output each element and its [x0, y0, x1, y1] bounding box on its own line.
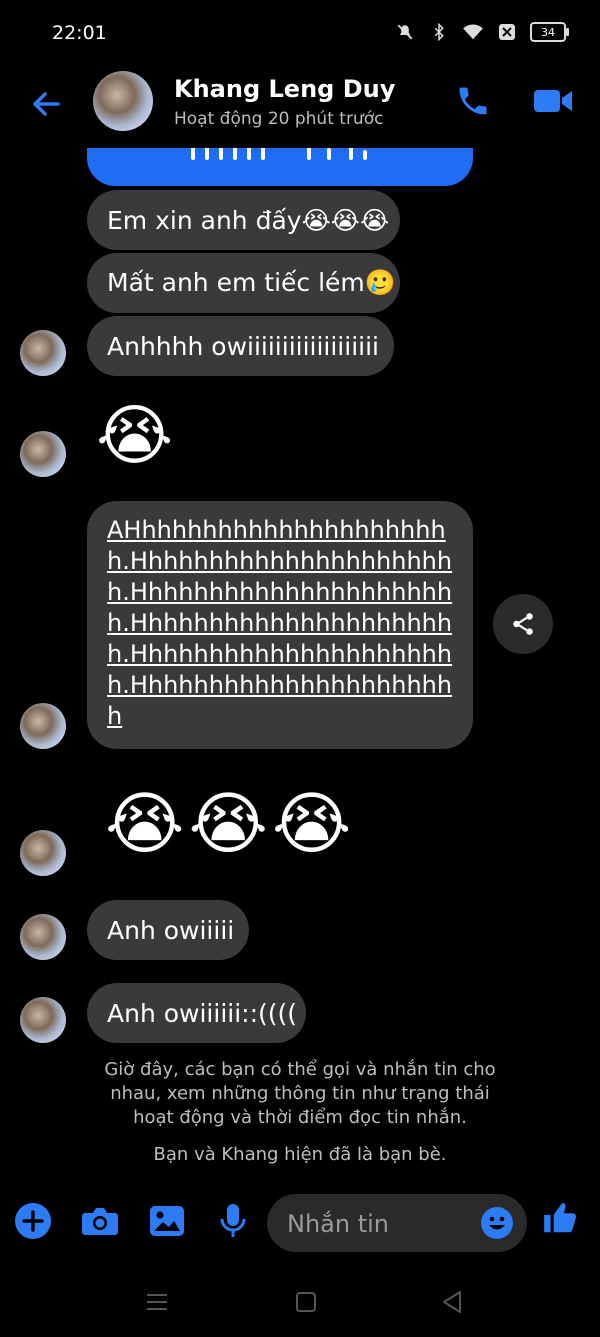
- battery-level: 34: [541, 25, 555, 39]
- message-text: Mất anh em tiếc lém🥲: [107, 268, 396, 297]
- message-bubble[interactable]: Em xin anh đấy😭😭😭: [87, 190, 400, 250]
- share-icon: [513, 613, 533, 635]
- emoji-message[interactable]: 😭😭😭: [105, 780, 355, 870]
- message-input-box[interactable]: [267, 1194, 527, 1252]
- friends-notice: Bạn và Khang hiện đã là bạn bè.: [153, 1144, 447, 1165]
- sender-avatar[interactable]: [20, 431, 66, 477]
- message-text: Em xin anh đấy😭😭😭: [107, 205, 390, 235]
- message-text: Anhhhh owiiiiiiiiiiiiiiiiiii: [107, 331, 379, 361]
- status-bar: 22:01 34: [0, 0, 600, 68]
- message-bubble[interactable]: Anh owiiiii: [87, 900, 249, 960]
- close-box-icon: [496, 22, 518, 42]
- message-list[interactable]: Em xin anh đấy😭😭😭 Mất anh em tiếc lém🥲 A…: [0, 128, 600, 1188]
- microphone-icon[interactable]: [213, 1201, 253, 1241]
- status-icons: 34: [394, 22, 569, 42]
- menu-icon[interactable]: [143, 1288, 173, 1318]
- emoji-text: 😭: [96, 397, 174, 474]
- message-input[interactable]: [285, 1204, 469, 1244]
- sender-avatar[interactable]: [20, 914, 66, 960]
- message-text[interactable]: AHhhhhhhhhhhhhhhhhhhhhh.Hhhhhhhhhhhhhhhh…: [107, 516, 452, 730]
- message-bubble[interactable]: Anh owiiiiii::((((: [87, 983, 306, 1043]
- chat-header: Khang Leng Duy Hoạt động 20 phút trước: [0, 68, 600, 148]
- battery-icon: 34: [530, 22, 569, 42]
- gallery-icon[interactable]: [147, 1201, 187, 1241]
- back-icon[interactable]: [438, 1288, 468, 1318]
- plus-icon[interactable]: [13, 1201, 53, 1241]
- message-text: Anh owiiiii: [107, 915, 235, 945]
- long-message-bubble[interactable]: AHhhhhhhhhhhhhhhhhhhhhh.Hhhhhhhhhhhhhhhh…: [87, 501, 473, 749]
- camera-icon[interactable]: [80, 1201, 120, 1241]
- message-bubble[interactable]: Mất anh em tiếc lém🥲: [87, 253, 400, 313]
- home-icon[interactable]: [292, 1288, 322, 1318]
- sender-avatar[interactable]: [20, 703, 66, 749]
- connection-notice: Giờ đây, các bạn có thể gọi và nhắn tin …: [104, 1059, 496, 1128]
- phone-icon[interactable]: [455, 83, 491, 119]
- contact-status: Hoạt động 20 phút trước: [174, 109, 384, 129]
- contact-name[interactable]: Khang Leng Duy: [174, 75, 395, 103]
- message-text: Anh owiiiiii::((((: [107, 998, 298, 1028]
- mute-icon: [394, 22, 416, 42]
- video-camera-icon[interactable]: [532, 86, 574, 116]
- sender-avatar[interactable]: [20, 330, 66, 376]
- sender-avatar[interactable]: [20, 997, 66, 1043]
- message-bubble[interactable]: Anhhhh owiiiiiiiiiiiiiiiiiii: [87, 316, 394, 376]
- emoji-message[interactable]: 😭: [96, 396, 173, 476]
- composer-bar: [0, 1188, 600, 1258]
- status-time: 22:01: [52, 22, 107, 44]
- share-button[interactable]: [493, 594, 553, 654]
- thumbs-up-icon[interactable]: [540, 1198, 580, 1238]
- wifi-icon: [462, 22, 484, 42]
- emoji-text: 😭😭😭: [105, 785, 356, 864]
- back-arrow-icon[interactable]: [28, 86, 64, 122]
- bluetooth-icon: [428, 22, 450, 42]
- contact-avatar[interactable]: [93, 71, 153, 131]
- system-nav-bar: [0, 1270, 600, 1337]
- emoji-icon[interactable]: [480, 1206, 514, 1240]
- sender-avatar[interactable]: [20, 830, 66, 876]
